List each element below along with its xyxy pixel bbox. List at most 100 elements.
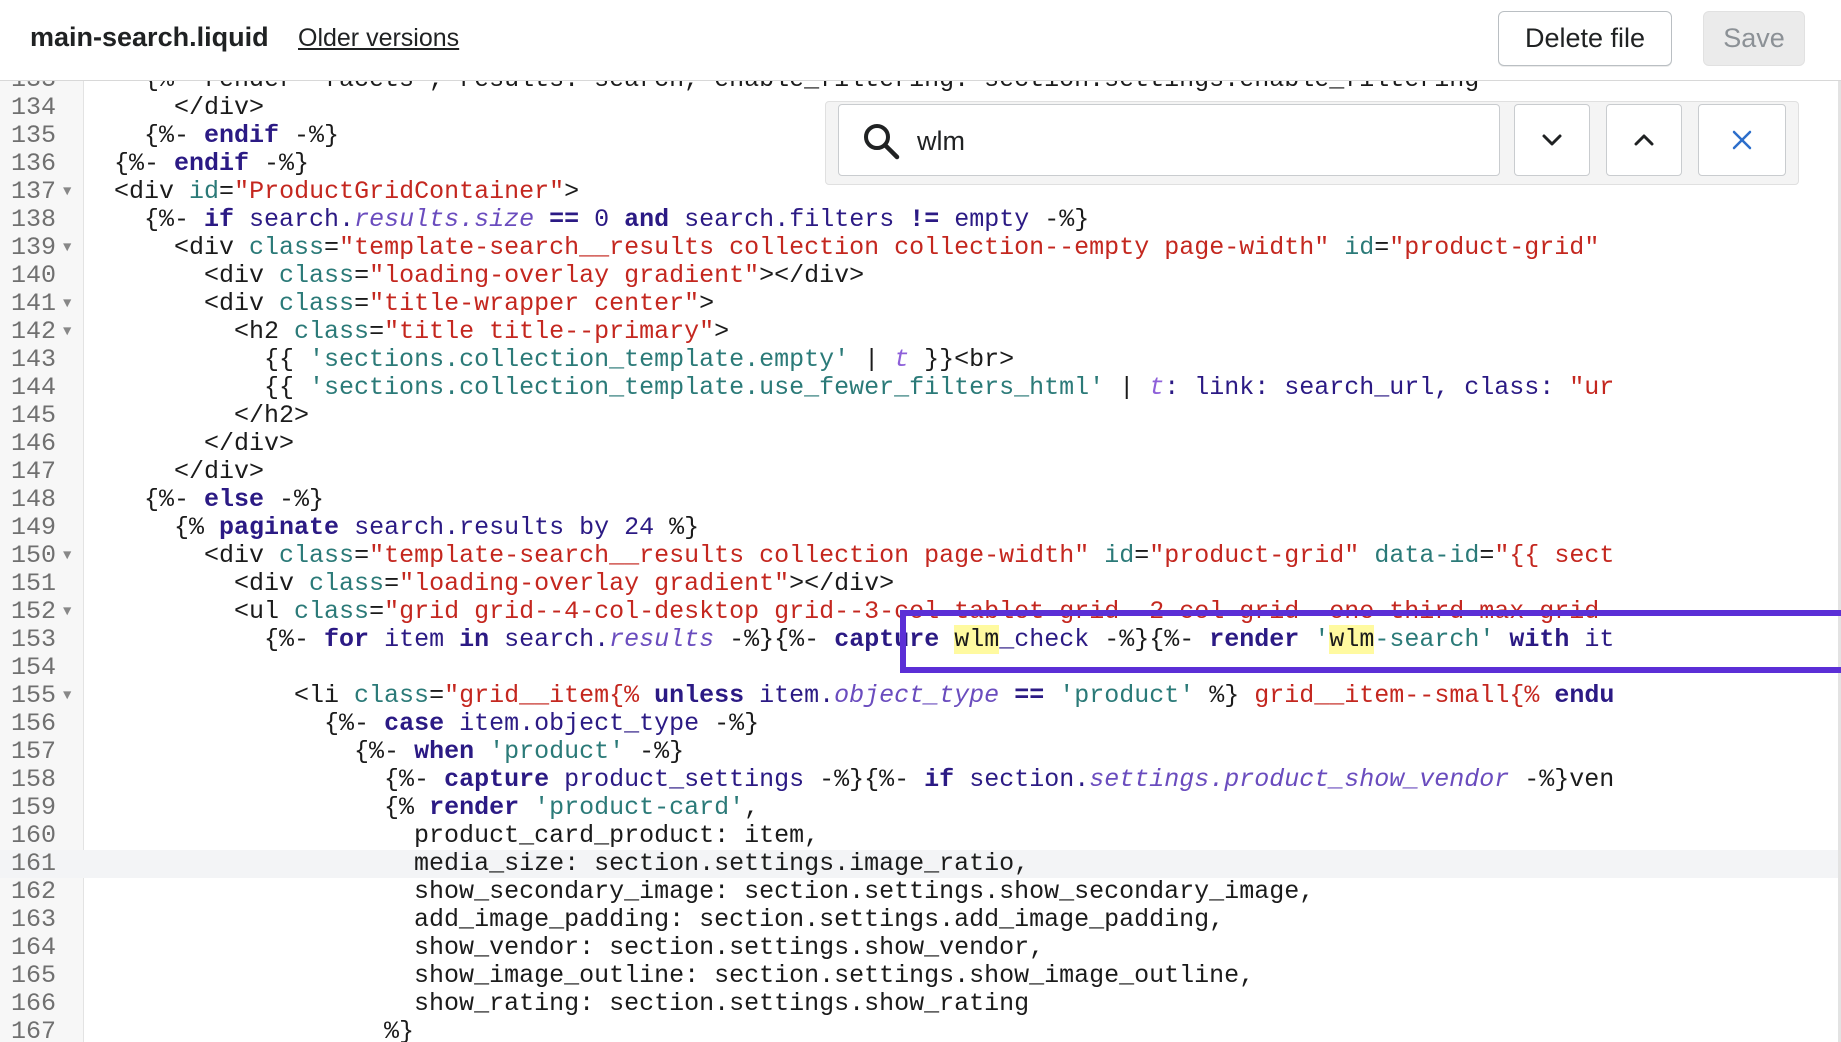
code-line[interactable]: 144 {{ 'sections.collection_template.use… — [0, 374, 1841, 402]
code-token: 'sections.collection_template.empty' — [309, 345, 850, 374]
code-line[interactable]: 143 {{ 'sections.collection_template.emp… — [0, 346, 1841, 374]
line-number: 143 — [10, 345, 56, 374]
find-input-wrapper[interactable] — [838, 104, 1500, 176]
fold-toggle-icon[interactable]: ▼ — [63, 318, 71, 346]
code-token: </div> — [84, 429, 295, 458]
delete-file-button[interactable]: Delete file — [1498, 11, 1672, 66]
code-line[interactable]: 141 ▼ <div class="title-wrapper center"> — [0, 290, 1841, 318]
code-token: <div — [84, 541, 280, 570]
code-line[interactable]: 166 show_rating: section.settings.show_r… — [0, 990, 1841, 1018]
code-line[interactable]: 139 ▼ <div class="template-search__result… — [0, 234, 1841, 262]
code-line[interactable]: 157 {%- when 'product' -%} — [0, 738, 1841, 766]
line-number: 135 — [10, 121, 56, 150]
code-token: when — [414, 737, 475, 766]
code-line[interactable]: 146 </div> — [0, 430, 1841, 458]
code-line[interactable]: 163 add_image_padding: section.settings.… — [0, 906, 1841, 934]
fold-toggle-icon[interactable]: ▼ — [63, 178, 71, 206]
code-token: <li — [84, 681, 355, 710]
code-token: class — [354, 681, 430, 710]
code-token: object_type — [834, 681, 1000, 710]
code-line[interactable]: 138 {%- if search.results.size == 0 and … — [0, 206, 1841, 234]
code-line[interactable]: 140 <div class="loading-overlay gradient… — [0, 262, 1841, 290]
code-line[interactable]: 167 %} — [0, 1018, 1841, 1042]
code-line[interactable]: 145 </h2> — [0, 402, 1841, 430]
code-token: </div> — [84, 457, 265, 486]
close-icon — [1732, 130, 1752, 150]
code-line[interactable]: 148 {%- else -%} — [0, 486, 1841, 514]
code-line[interactable]: 158 {%- capture product_settings -%}{%- … — [0, 766, 1841, 794]
line-number: 153 — [10, 625, 56, 654]
code-line[interactable]: 151 <div class="loading-overlay gradient… — [0, 570, 1841, 598]
code-line[interactable]: 155 ▼ <li class="grid__item{% unless item… — [0, 682, 1841, 710]
code-token: 0 — [579, 205, 625, 234]
code-line[interactable]: 150 ▼ <div class="template-search__result… — [0, 542, 1841, 570]
code-line[interactable]: 160 product_card_product: item, — [0, 822, 1841, 850]
code-token: <div — [84, 261, 280, 290]
code-token: "title-wrapper center" — [369, 289, 700, 318]
line-number: 140 — [10, 261, 56, 290]
code-token: t — [1149, 373, 1165, 402]
code-line[interactable]: 156 {%- case item.object_type -%} — [0, 710, 1841, 738]
code-token: {%- — [84, 205, 205, 234]
code-token: {%- — [84, 149, 175, 178]
code-token: {%- — [84, 765, 445, 794]
line-number: 160 — [10, 821, 56, 850]
fold-toggle-icon[interactable]: ▼ — [63, 598, 71, 626]
code-token: product_card_product: item, — [84, 821, 820, 850]
fold-toggle-icon[interactable]: ▼ — [63, 542, 71, 570]
find-next-button[interactable] — [1514, 104, 1590, 176]
code-line[interactable]: 165 show_image_outline: section.settings… — [0, 962, 1841, 990]
code-text: <div class="template-search__results col… — [84, 542, 1614, 570]
code-token: 'sections.collection_template.use_fewer_… — [309, 373, 1105, 402]
code-line[interactable]: 164 show_vendor: section.settings.show_v… — [0, 934, 1841, 962]
code-line[interactable]: 159 {% render 'product-card', — [0, 794, 1841, 822]
code-token: search. — [489, 625, 610, 654]
code-line[interactable]: 162 show_secondary_image: section.settin… — [0, 878, 1841, 906]
find-close-button[interactable] — [1698, 104, 1786, 176]
code-text: </div> — [84, 458, 264, 486]
line-number: 152 — [10, 597, 56, 626]
find-previous-button[interactable] — [1606, 104, 1682, 176]
code-token: show_image_outline: section.settings.sho… — [84, 961, 1255, 990]
code-line[interactable]: 147 </div> — [0, 458, 1841, 486]
code-token: render — [429, 793, 520, 822]
code-text: </div> — [84, 430, 294, 458]
code-area[interactable]: 133 {%- render 'facets', results: search… — [0, 81, 1841, 1042]
line-number: 146 — [10, 429, 56, 458]
code-line[interactable]: 161 media_size: section.settings.image_r… — [0, 850, 1841, 878]
code-text: <div class="title-wrapper center"> — [84, 290, 714, 318]
code-token: search.filters — [669, 205, 910, 234]
line-number: 163 — [10, 905, 56, 934]
line-number: 139 — [10, 233, 56, 262]
find-input[interactable] — [917, 121, 1477, 161]
code-token: grid__item--small{% — [1239, 681, 1555, 710]
code-token: {% — [84, 793, 430, 822]
fold-toggle-icon[interactable]: ▼ — [63, 290, 71, 318]
code-token: "{{ sect — [1494, 541, 1615, 570]
code-text: <div id="ProductGridContainer"> — [84, 178, 579, 206]
code-token: </h2> — [84, 401, 310, 430]
code-line[interactable]: 149 {% paginate search.results by 24 %} — [0, 514, 1841, 542]
code-line[interactable]: 133 {%- render 'facets', results: search… — [0, 81, 1841, 94]
older-versions-link[interactable]: Older versions — [298, 24, 459, 53]
code-editor[interactable]: 133 {%- render 'facets', results: search… — [0, 81, 1841, 1042]
save-button[interactable]: Save — [1703, 11, 1805, 66]
code-token: results.size — [354, 205, 535, 234]
code-token: <div — [84, 177, 190, 206]
code-token: | — [849, 345, 895, 374]
code-token: <div — [84, 569, 310, 598]
code-token: <h2 — [84, 317, 295, 346]
code-token: -%} — [264, 485, 325, 514]
code-line[interactable]: 142 ▼ <h2 class="title title--primary"> — [0, 318, 1841, 346]
code-token: -%} — [1029, 205, 1090, 234]
code-token: "ProductGridContainer" — [234, 177, 565, 206]
code-token: </div> — [84, 93, 265, 122]
fold-toggle-icon[interactable]: ▼ — [63, 234, 71, 262]
code-token: {%- render 'facets', results: search, en… — [84, 81, 1479, 94]
code-token: "template-search__results collection col… — [339, 233, 1330, 262]
code-token: show_rating: section.settings.show_ratin… — [84, 989, 1030, 1018]
code-text: show_image_outline: section.settings.sho… — [84, 962, 1254, 990]
fold-toggle-icon[interactable]: ▼ — [63, 682, 71, 710]
